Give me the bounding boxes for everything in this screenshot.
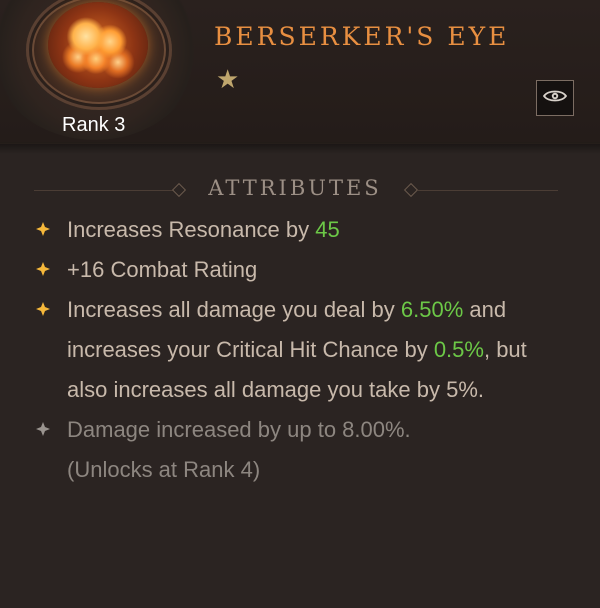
berserkers-eye-gem-icon: [48, 2, 148, 88]
item-title: Berserker's Eye: [214, 22, 510, 51]
attribute-text: Combat Rating: [104, 257, 258, 282]
attribute-value: 6.50%: [400, 297, 464, 322]
attribute-text: Increases all damage you deal by: [67, 297, 401, 322]
attribute-value: 0.5%: [433, 337, 484, 362]
section-title-attributes: Attributes: [208, 176, 382, 200]
diamond-bullet-icon: [36, 302, 50, 316]
eye-icon: [542, 88, 568, 109]
gem-rank: Rank 3: [62, 114, 126, 136]
attribute-value: 45: [315, 217, 340, 242]
attribute-damage: Increases all damage you deal by 6.50% a…: [36, 290, 556, 410]
attribute-value: +16: [67, 257, 105, 282]
unlock-requirement: (Unlocks at Rank 4): [67, 457, 261, 482]
inspect-eye-button[interactable]: [536, 80, 574, 116]
star-icon: ★: [216, 64, 240, 94]
tooltip-header: Rank 3 Berserker's Eye ★: [0, 0, 600, 144]
attribute-text: Increases Resonance by: [67, 217, 316, 242]
attribute-resonance: Increases Resonance by 45: [36, 210, 556, 250]
diamond-bullet-icon: [36, 262, 50, 276]
attributes-list: Increases Resonance by 45 +16 Combat Rat…: [36, 210, 556, 490]
diamond-bullet-icon: [36, 222, 50, 236]
diamond-bullet-icon: [36, 422, 50, 436]
header-shadow: [0, 142, 600, 154]
attribute-locked: Damage increased by up to 8.00%. (Unlock…: [36, 410, 556, 490]
attribute-combat-rating: +16 Combat Rating: [36, 250, 556, 290]
attribute-text: Damage increased by up to 8.00%.: [67, 417, 411, 442]
gem-tooltip: Rank 3 Berserker's Eye ★ Attributes Incr…: [0, 0, 600, 608]
